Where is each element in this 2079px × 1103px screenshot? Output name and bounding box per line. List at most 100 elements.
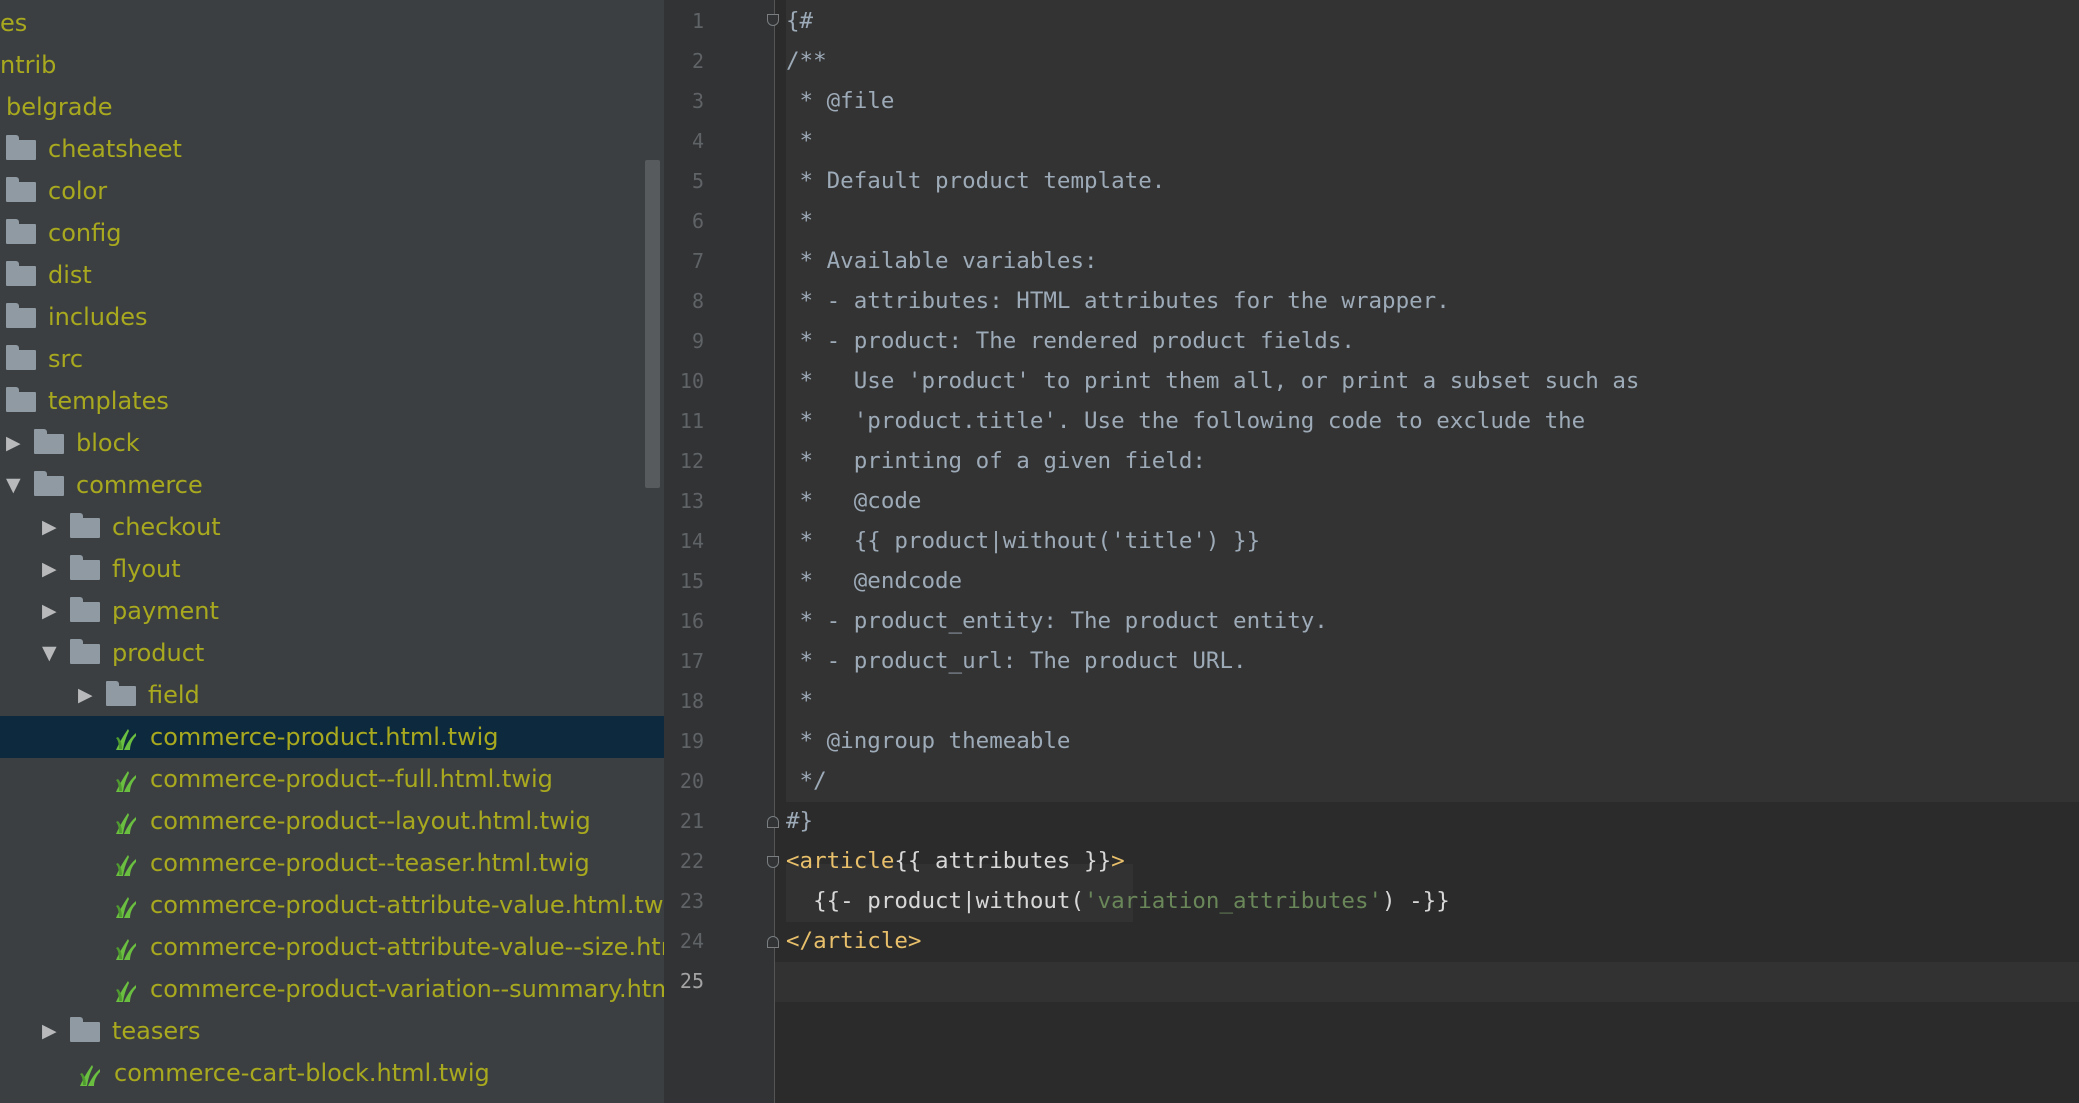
tree-item[interactable]: ▶ block <box>0 422 664 464</box>
line-number: 4 <box>691 129 704 153</box>
tree-item-label: field <box>148 681 200 709</box>
folder-icon <box>70 1017 100 1042</box>
tree-item[interactable]: ▶ flyout <box>0 548 664 590</box>
tree-item-label: belgrade <box>6 93 113 121</box>
code-line[interactable]: #} <box>786 801 813 841</box>
fold-marker-icon[interactable] <box>767 856 779 868</box>
tree-item[interactable]: ▶ checkout <box>0 506 664 548</box>
tree-item-label: checkout <box>112 513 221 541</box>
line-number: 16 <box>679 609 704 633</box>
tree-item[interactable]: commerce-product--full.html.twig <box>0 758 664 800</box>
code-line[interactable]: <article{{ attributes }}> <box>786 841 1125 881</box>
twig-expression-token: {{ attributes }} <box>894 848 1112 874</box>
tree-item-label: flyout <box>112 555 181 583</box>
code-line[interactable]: * Use 'product' to print them all, or pr… <box>786 361 1640 401</box>
tree-scrollbar[interactable] <box>645 160 660 488</box>
chevron-right-icon[interactable]: ▶ <box>78 682 96 708</box>
chevron-right-icon[interactable]: ▶ <box>42 1018 60 1044</box>
code-line[interactable]: * - attributes: HTML attributes for the … <box>786 281 1450 321</box>
folder-icon <box>70 555 100 580</box>
tree-item[interactable]: config <box>0 212 664 254</box>
chevron-right-icon[interactable]: ▶ <box>42 556 60 582</box>
line-number: 12 <box>679 449 704 473</box>
folder-icon <box>34 429 64 454</box>
tree-item[interactable]: ▶ payment <box>0 590 664 632</box>
tree-item[interactable]: commerce-product--layout.html.twig <box>0 800 664 842</box>
tree-item[interactable]: belgrade <box>0 86 664 128</box>
line-number: 9 <box>691 329 704 353</box>
tree-item-label: commerce-product--layout.html.twig <box>150 807 591 835</box>
chevron-right-icon[interactable]: ▶ <box>6 430 24 456</box>
twig-file-icon <box>116 981 136 1002</box>
tree-item[interactable]: templates <box>0 380 664 422</box>
twig-file-icon <box>116 855 136 876</box>
fold-marker-icon[interactable] <box>767 14 779 26</box>
code-line[interactable]: * 'product.title'. Use the following cod… <box>786 401 1586 441</box>
twig-file-icon <box>116 729 136 750</box>
chevron-down-icon[interactable]: ▼ <box>42 640 60 666</box>
tree-item[interactable]: dist <box>0 254 664 296</box>
code-line[interactable]: * - product_url: The product URL. <box>786 641 1247 681</box>
folder-icon <box>6 387 36 412</box>
folder-icon <box>34 471 64 496</box>
tree-item-label: commerce-product--teaser.html.twig <box>150 849 590 877</box>
tree-item[interactable]: cheatsheet <box>0 128 664 170</box>
code-line[interactable]: * @file <box>786 81 895 121</box>
code-editor[interactable]: 1 2 3 4 5 6 7 8 9 10 11 12 13 14 15 16 17 18 19 20 21 22 23 24 2… <box>664 0 2079 1103</box>
code-line[interactable]: * @code <box>786 481 922 521</box>
tree-item-label: block <box>76 429 140 457</box>
code-line[interactable]: * Available variables: <box>786 241 1098 281</box>
code-line[interactable]: {# <box>786 1 813 41</box>
tree-item[interactable]: es <box>0 2 664 44</box>
chevron-down-icon[interactable]: ▼ <box>6 472 24 498</box>
code-line[interactable]: * - product: The rendered product fields… <box>786 321 1355 361</box>
tree-item-label: commerce-cart-block.html.twig <box>114 1059 490 1087</box>
tree-item[interactable]: ▶ field <box>0 674 664 716</box>
project-tree-panel: es ntrib belgrade cheatsheet color config dist… <box>0 0 664 1103</box>
tree-item[interactable]: color <box>0 170 664 212</box>
line-number: 2 <box>691 49 704 73</box>
html-tag-token: <article <box>786 848 895 874</box>
tree-item[interactable]: src <box>0 338 664 380</box>
code-line[interactable]: */ <box>786 761 827 801</box>
tree-item[interactable]: commerce-product-attribute-value.html.tw… <box>0 884 664 926</box>
line-number: 10 <box>679 369 704 393</box>
tree-item[interactable]: ▼ commerce <box>0 464 664 506</box>
code-line[interactable]: /** <box>786 41 827 81</box>
code-line[interactable]: * Default product template. <box>786 161 1166 201</box>
line-number: 15 <box>679 569 704 593</box>
tree-item[interactable]: commerce-product--teaser.html.twig <box>0 842 664 884</box>
fold-marker-icon[interactable] <box>767 816 779 828</box>
folder-icon <box>6 303 36 328</box>
chevron-right-icon[interactable]: ▶ <box>42 598 60 624</box>
tree-item[interactable]: commerce-product.html.twig <box>0 716 664 758</box>
tree-item-label: config <box>48 219 122 247</box>
tree-item[interactable]: includes <box>0 296 664 338</box>
tree-item[interactable]: commerce-product-attribute-value--size.h… <box>0 926 664 968</box>
chevron-right-icon[interactable]: ▶ <box>42 514 60 540</box>
code-line[interactable]: * <box>786 121 814 161</box>
code-line[interactable]: * printing of a given field: <box>786 441 1206 481</box>
tree-item[interactable]: ▼ product <box>0 632 664 674</box>
code-line[interactable]: * {{ product|without('title') }} <box>786 521 1261 561</box>
code-line[interactable]: * <box>786 201 814 241</box>
line-number: 21 <box>679 809 704 833</box>
tree-item-label: color <box>48 177 108 205</box>
code-line[interactable]: * <box>786 681 814 721</box>
tree-item[interactable]: commerce-cart-block.html.twig <box>0 1052 664 1094</box>
code-line[interactable]: * @endcode <box>786 561 963 601</box>
tree-item-label: commerce-product--full.html.twig <box>150 765 553 793</box>
folder-icon <box>106 681 136 706</box>
tree-item[interactable]: commerce-product-variation--summary.html <box>0 968 664 1010</box>
tree-item[interactable]: ntrib <box>0 44 664 86</box>
folder-icon <box>6 261 36 286</box>
code-line[interactable]: * - product_entity: The product entity. <box>786 601 1328 641</box>
fold-marker-icon[interactable] <box>767 936 779 948</box>
tree-item-label: teasers <box>112 1017 201 1045</box>
tree-item-label: commerce-product-attribute-value.html.tw… <box>150 891 664 919</box>
code-line[interactable]: </article> <box>786 921 921 961</box>
code-line[interactable]: * @ingroup themeable <box>786 721 1071 761</box>
code-line[interactable]: {{- product|without('variation_attribute… <box>786 881 1450 921</box>
tree-item-label: ntrib <box>0 51 57 79</box>
tree-item[interactable]: ▶ teasers <box>0 1010 664 1052</box>
